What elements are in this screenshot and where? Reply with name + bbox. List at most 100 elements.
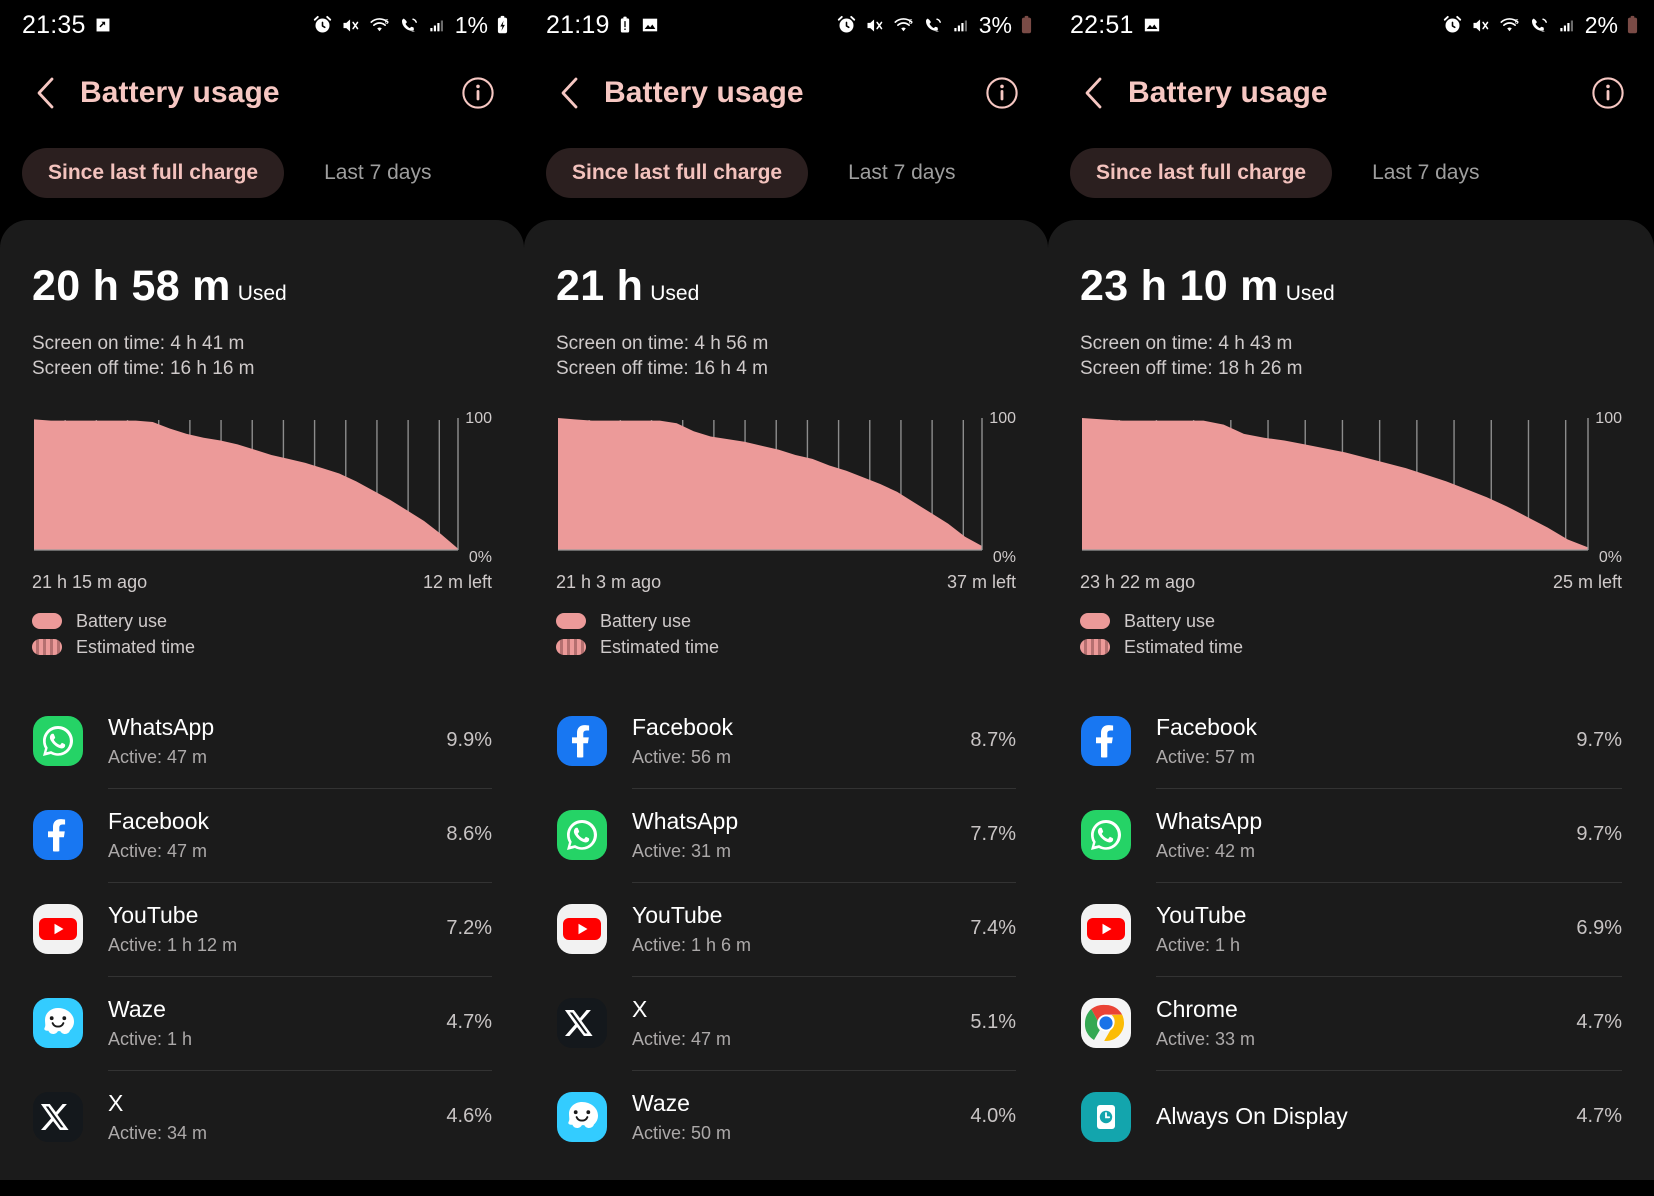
- battery-summary-card: 23 h 10 m Used Screen on time: 4 h 43 m Scr…: [1048, 220, 1654, 1180]
- tab-since-last-full-charge[interactable]: Since last full charge: [22, 148, 285, 198]
- screen-time-block: Screen on time: 4 h 41 m Screen off time:…: [32, 331, 492, 382]
- always-on-display-icon: [1081, 1091, 1131, 1142]
- mute-icon: [867, 19, 883, 31]
- app-usage-row[interactable]: Facebook Active: 56 m 8.7%: [556, 694, 1016, 788]
- app-usage-row[interactable]: WhatsApp Active: 42 m 9.7%: [1080, 787, 1622, 882]
- chart-range-labels: 21 h 15 m ago 12 m left: [32, 572, 492, 593]
- used-label: Used: [650, 282, 700, 305]
- app-battery-percent: 8.6%: [446, 823, 492, 846]
- app-usage-row[interactable]: X Active: 34 m 4.6%: [32, 1069, 492, 1164]
- info-button[interactable]: [1586, 71, 1630, 115]
- app-name: Facebook: [1156, 713, 1258, 740]
- waze-icon: [557, 1091, 607, 1142]
- mute-icon: [1473, 19, 1489, 31]
- app-active-time: Active: 34 m: [108, 1123, 208, 1144]
- app-usage-row[interactable]: WhatsApp Active: 31 m 7.7%: [556, 787, 1016, 882]
- chart-legend: Battery use Estimated time: [1080, 611, 1622, 658]
- status-bar-right: 6 1 2%: [1442, 12, 1640, 39]
- app-meta: YouTube Active: 1 h: [1156, 902, 1564, 957]
- battery-icon: [1625, 14, 1640, 36]
- app-battery-percent: 9.7%: [1576, 729, 1622, 752]
- whatsapp-icon: [1080, 809, 1132, 861]
- back-chevron-icon: [561, 77, 578, 109]
- chrome-icon: [1080, 997, 1132, 1049]
- whatsapp-icon: [556, 809, 608, 861]
- app-battery-percent: 6.9%: [1576, 917, 1622, 940]
- alarm-icon: [312, 15, 333, 36]
- volte-call-icon: 1: [1528, 15, 1550, 36]
- wifi6-icon: 6: [1500, 17, 1519, 31]
- wifi6-icon: 6: [368, 15, 391, 36]
- app-usage-row[interactable]: Facebook Active: 47 m 8.6%: [32, 787, 492, 882]
- phone-screen-1: 21:35 6 1 1% Battery usage Since last full ch…: [0, 0, 524, 1196]
- status-battery-percent: 1%: [454, 11, 488, 38]
- tab-since-last-full-charge[interactable]: Since last full charge: [1070, 148, 1333, 198]
- legend-label: Estimated time: [600, 636, 720, 657]
- app-usage-list: Facebook Active: 56 m 8.7% WhatsApp Active: …: [556, 694, 1016, 1164]
- screen-off-time: Screen off time: 16 h 4 m: [556, 358, 768, 380]
- app-usage-row[interactable]: X Active: 47 m 5.1%: [556, 975, 1016, 1070]
- alarm-icon: [1442, 15, 1463, 36]
- wifi6-icon: 6: [370, 17, 389, 31]
- app-battery-percent: 8.7%: [970, 729, 1016, 752]
- svg-text:6: 6: [1515, 18, 1519, 25]
- legend-label: Battery use: [600, 610, 692, 631]
- chart-range-start: 21 h 15 m ago: [32, 571, 148, 592]
- status-bar-left: 22:51: [1070, 11, 1162, 40]
- wifi6-icon: 6: [894, 17, 913, 31]
- signal-bars-icon: [1560, 20, 1573, 31]
- back-button[interactable]: [548, 71, 592, 115]
- info-circle-icon: [986, 77, 1018, 109]
- screenshot-collage: 21:35 6 1 1% Battery usage Since last full ch…: [0, 0, 1654, 1196]
- app-active-time: Active: 47 m: [632, 1029, 732, 1050]
- app-usage-row[interactable]: YouTube Active: 1 h 12 m 7.2%: [32, 881, 492, 976]
- app-usage-row[interactable]: YouTube Active: 1 h 6 m 7.4%: [556, 881, 1016, 976]
- chrome-icon: [1081, 997, 1131, 1048]
- chart-y-axis-min: 0%: [992, 548, 1016, 566]
- app-usage-row[interactable]: Chrome Active: 33 m 4.7%: [1080, 975, 1622, 1070]
- app-name: Facebook: [632, 713, 734, 740]
- app-active-time: Active: 47 m: [108, 747, 208, 768]
- app-active-time: Active: 33 m: [1156, 1029, 1256, 1050]
- back-button[interactable]: [24, 71, 68, 115]
- app-active-time: Active: 50 m: [632, 1123, 732, 1144]
- screen-record-icon: [94, 16, 112, 34]
- app-usage-row[interactable]: WhatsApp Active: 47 m 9.9%: [32, 694, 492, 788]
- app-battery-percent: 4.7%: [1576, 1011, 1622, 1034]
- volte-call-icon: 1: [401, 17, 417, 33]
- app-usage-row[interactable]: Always On Display 4.7%: [1080, 1069, 1622, 1164]
- app-meta: X Active: 47 m: [632, 996, 958, 1051]
- legend-item: Battery use: [1080, 611, 1622, 632]
- used-duration: 23 h 10 m: [1080, 262, 1279, 310]
- app-battery-percent: 4.7%: [1576, 1105, 1622, 1128]
- app-active-time: Active: 57 m: [1156, 747, 1256, 768]
- app-usage-row[interactable]: YouTube Active: 1 h 6.9%: [1080, 881, 1622, 976]
- tab-last-7-days[interactable]: Last 7 days: [1346, 148, 1505, 198]
- app-meta: WhatsApp Active: 42 m: [1156, 808, 1564, 863]
- tab-last-7-days[interactable]: Last 7 days: [822, 148, 981, 198]
- back-button[interactable]: [1072, 71, 1116, 115]
- tab-since-last-full-charge[interactable]: Since last full charge: [546, 148, 809, 198]
- app-usage-row[interactable]: Facebook Active: 57 m 9.7%: [1080, 694, 1622, 788]
- always-on-display-icon: [1080, 1091, 1132, 1143]
- info-button[interactable]: [980, 71, 1024, 115]
- info-button[interactable]: [456, 71, 500, 115]
- app-meta: X Active: 34 m: [108, 1090, 434, 1145]
- signal-bars-icon: [430, 20, 443, 31]
- legend-label: Estimated time: [1124, 636, 1244, 657]
- legend-swatch-estimated-time: [32, 639, 62, 656]
- app-usage-row[interactable]: Waze Active: 50 m 4.0%: [556, 1069, 1016, 1164]
- facebook-icon: [1081, 715, 1131, 766]
- app-meta: Waze Active: 1 h: [108, 996, 434, 1051]
- battery-icon: [1021, 15, 1032, 34]
- battery-icon: [1019, 14, 1034, 36]
- page-title: Battery usage: [1128, 76, 1328, 109]
- legend-item: Battery use: [556, 611, 1016, 632]
- phone-screen-2: 21:19 6 1 3% Battery usage Since last full ch…: [524, 0, 1048, 1196]
- tab-last-7-days[interactable]: Last 7 days: [298, 148, 457, 198]
- chart-y-axis-min: 0%: [468, 548, 492, 566]
- used-duration: 21 h: [556, 262, 644, 310]
- wifi6-icon: 6: [1498, 15, 1521, 36]
- used-summary: 21 h Used: [556, 262, 1016, 311]
- app-usage-row[interactable]: Waze Active: 1 h 4.7%: [32, 975, 492, 1070]
